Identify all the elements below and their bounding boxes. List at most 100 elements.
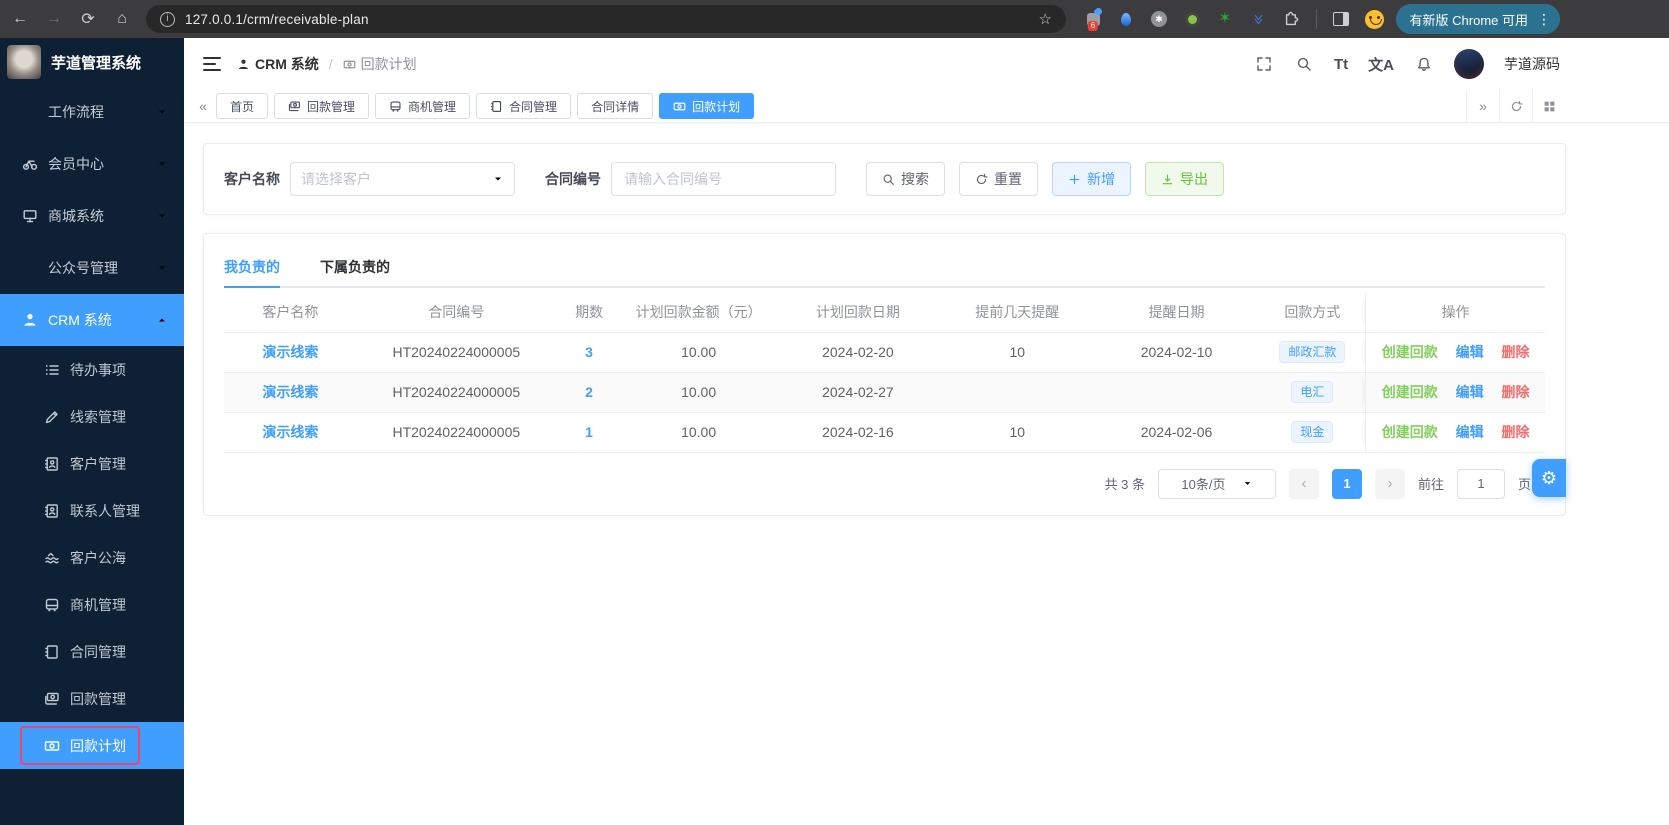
amount-cell: 10.00	[622, 332, 775, 373]
chevron-down-icon	[156, 106, 168, 118]
create-receivable-link[interactable]: 创建回款	[1382, 424, 1438, 440]
collapse-menu-icon[interactable]	[203, 57, 221, 71]
sidebar-item-official-account[interactable]: 公众号管理	[0, 242, 184, 294]
tab-receivable-plan[interactable]: 回款计划	[659, 93, 755, 119]
notification-bell-icon[interactable]	[1414, 54, 1434, 74]
sidebar-item-mall-system[interactable]: 商城系统	[0, 190, 184, 242]
delete-link[interactable]: 删除	[1502, 344, 1530, 360]
tab-my-responsible[interactable]: 我负责的	[224, 248, 280, 288]
page-size-select[interactable]: 10条/页	[1157, 468, 1276, 499]
sidebar-item-customer-pool[interactable]: 客户公海	[0, 534, 184, 581]
export-button[interactable]: 导出	[1145, 162, 1224, 196]
theme-settings-button[interactable]: ⚙	[1532, 459, 1566, 497]
breadcrumb-parent[interactable]: CRM 系统	[237, 54, 319, 74]
browser-home-icon[interactable]: ⌂	[112, 10, 132, 28]
user-avatar[interactable]	[1454, 49, 1484, 79]
sidebar-item-customer-management[interactable]: 客户管理	[0, 440, 184, 487]
sidebar-item-crm-system[interactable]: CRM 系统	[0, 294, 184, 346]
add-button[interactable]: 新增	[1052, 162, 1131, 196]
delete-link[interactable]: 删除	[1502, 424, 1530, 440]
site-info-icon[interactable]: i	[160, 11, 175, 27]
tabs-layout-icon[interactable]	[1532, 90, 1565, 122]
extension-icon-1[interactable]: 6	[1084, 10, 1102, 31]
tab-subordinate-responsible[interactable]: 下属负责的	[320, 248, 390, 286]
customer-select[interactable]: 请选择客户	[290, 162, 515, 196]
remind-days-cell: 10	[940, 412, 1094, 453]
breadcrumb-current: 回款计划	[343, 54, 417, 74]
font-size-icon[interactable]: Tt	[1334, 56, 1348, 73]
edit-link[interactable]: 编辑	[1456, 344, 1484, 360]
contract-no-input[interactable]	[611, 162, 836, 196]
table-header-row: 客户名称 合同编号 期数 计划回款金额（元） 计划回款日期 提前几天提醒 提醒日…	[224, 292, 1545, 333]
sidebar-item-clue-management[interactable]: 线索管理	[0, 393, 184, 440]
search-button[interactable]: 搜索	[866, 162, 945, 196]
app-title: 芋道管理系统	[51, 54, 142, 72]
sidebar-item-business-management[interactable]: 商机管理	[0, 581, 184, 628]
period-link[interactable]: 2	[585, 384, 593, 400]
customer-link[interactable]: 演示线索	[262, 344, 318, 360]
col-period: 期数	[555, 292, 623, 333]
extension-icon-6[interactable]	[1249, 10, 1267, 28]
bookmark-star-icon[interactable]: ☆	[1039, 10, 1052, 28]
sidebar-item-contract-management[interactable]: 合同管理	[0, 628, 184, 675]
customer-link[interactable]: 演示线索	[262, 424, 318, 440]
extension-icon-3[interactable]: ✱	[1150, 10, 1168, 28]
chrome-update-button[interactable]: 有新版 Chrome 可用 ⋮	[1395, 4, 1560, 34]
sidebar-item-receivable-plan[interactable]: 回款计划	[0, 722, 184, 769]
delete-link[interactable]: 删除	[1502, 384, 1530, 400]
language-icon[interactable]: 文A	[1368, 54, 1394, 75]
sidebar-item-receivable-management[interactable]: 回款管理	[0, 675, 184, 722]
extensions-puzzle-icon[interactable]	[1282, 10, 1300, 28]
sidebar-item-workflow[interactable]: 工作流程	[0, 86, 184, 138]
tabs-scroll-right-icon[interactable]: »	[1466, 90, 1499, 122]
breadcrumb-separator: /	[328, 56, 333, 72]
side-panel-icon[interactable]	[1333, 12, 1349, 26]
extension-icon-5[interactable]: ✶	[1216, 10, 1234, 28]
profile-avatar-icon[interactable]	[1365, 9, 1384, 29]
breadcrumb: CRM 系统 / 回款计划	[237, 54, 417, 74]
plan-date-cell: 2024-02-20	[774, 332, 941, 373]
sidebar-item-member-center[interactable]: 会员中心	[0, 138, 184, 190]
username[interactable]: 芋道源码	[1504, 54, 1560, 74]
tab-contract-management[interactable]: 合同管理	[476, 93, 572, 119]
browser-reload-icon[interactable]: ⟳	[78, 9, 98, 29]
search-icon[interactable]	[1294, 54, 1314, 74]
edit-link[interactable]: 编辑	[1456, 424, 1484, 440]
remind-date-cell	[1093, 372, 1260, 413]
address-bar[interactable]: i 127.0.0.1/crm/receivable-plan ☆	[146, 5, 1066, 33]
prev-page-button[interactable]: ‹	[1288, 468, 1319, 499]
col-remind-date: 提醒日期	[1093, 292, 1260, 333]
tabs-scroll-left-icon[interactable]: «	[190, 98, 216, 114]
browser-forward-icon[interactable]: →	[44, 10, 64, 28]
page-content: 客户名称 请选择客户 合同编号 搜索 重置	[184, 123, 1669, 825]
create-receivable-link[interactable]: 创建回款	[1382, 384, 1438, 400]
goto-page-input[interactable]	[1456, 468, 1505, 499]
app-logo	[7, 45, 41, 79]
sidebar-item-contact-management[interactable]: 联系人管理	[0, 487, 184, 534]
filter-card: 客户名称 请选择客户 合同编号 搜索 重置	[203, 143, 1566, 215]
next-page-button[interactable]: ›	[1374, 468, 1405, 499]
edit-link[interactable]: 编辑	[1456, 384, 1484, 400]
period-link[interactable]: 3	[585, 344, 593, 360]
browser-back-icon[interactable]: ←	[10, 10, 30, 28]
page-unit-label: 页	[1517, 477, 1531, 492]
tab-business-management[interactable]: 商机管理	[375, 93, 471, 119]
tab-receivable-management[interactable]: 回款管理	[274, 93, 370, 119]
url-text[interactable]: 127.0.0.1/crm/receivable-plan	[185, 12, 369, 27]
current-page-button[interactable]: 1	[1331, 468, 1362, 499]
customer-link[interactable]: 演示线索	[262, 384, 318, 400]
plus-icon	[1068, 173, 1081, 186]
reset-button[interactable]: 重置	[959, 162, 1038, 196]
tab-home[interactable]: 首页	[216, 93, 269, 119]
browser-menu-icon[interactable]: ⋮	[1537, 11, 1551, 28]
create-receivable-link[interactable]: 创建回款	[1382, 344, 1438, 360]
tab-contract-detail[interactable]: 合同详情	[577, 93, 654, 119]
extension-icon-4[interactable]	[1183, 10, 1201, 28]
page-tabs: 首页 回款管理 商机管理 合同管理 合同详情 回款计划	[216, 93, 755, 119]
sidebar-item-todo[interactable]: 待办事项	[0, 346, 184, 393]
sidebar-menu: 工作流程 会员中心 商城系统 公众号管理 CRM 系统 待办事项 线索管理 客户…	[0, 86, 184, 825]
tabs-refresh-icon[interactable]	[1499, 90, 1532, 122]
period-link[interactable]: 1	[585, 424, 593, 440]
extension-icon-2[interactable]	[1117, 10, 1135, 28]
fullscreen-icon[interactable]	[1254, 54, 1274, 74]
